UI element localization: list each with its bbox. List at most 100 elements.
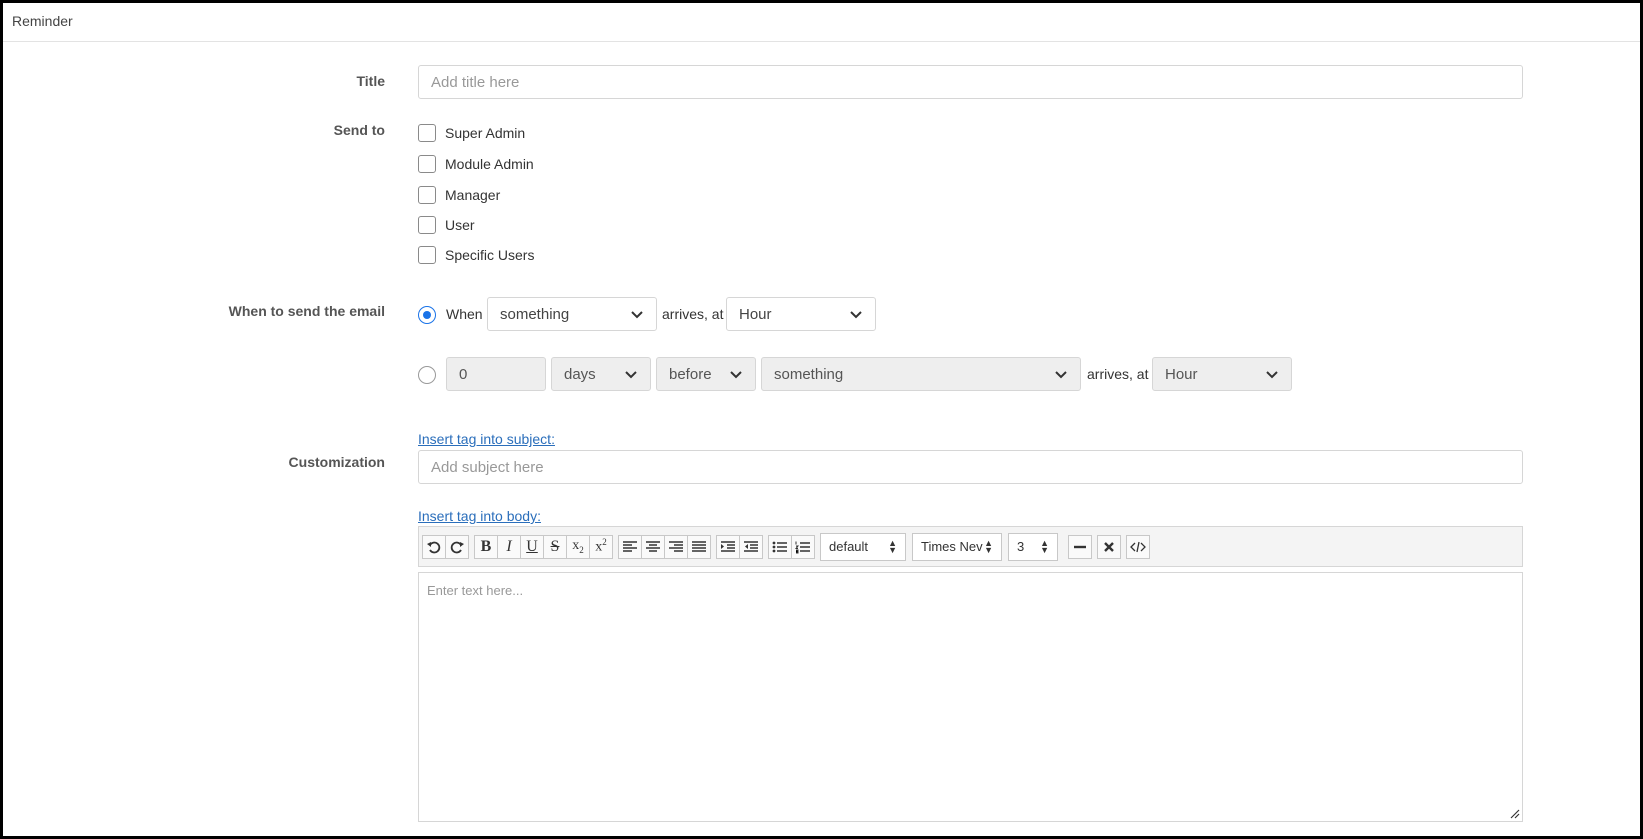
undo-icon	[427, 541, 441, 553]
checkbox-super-admin[interactable]: Super Admin	[418, 124, 525, 142]
superscript-icon: x2	[595, 537, 607, 555]
horizontal-rule-button[interactable]	[1068, 534, 1092, 559]
radio-when-arrives[interactable]	[418, 306, 436, 324]
body-editor-placeholder: Enter text here...	[427, 583, 524, 598]
resize-handle-icon[interactable]	[1508, 807, 1520, 819]
panel-header: Reminder	[3, 3, 1640, 42]
font-select[interactable]: Times Nev ▲ ▼	[912, 532, 1002, 561]
chevron-down-icon	[730, 371, 742, 379]
up-down-arrows-icon: ▲ ▼	[1040, 537, 1049, 555]
indent-icon	[721, 540, 735, 552]
body-editor[interactable]: Enter text here...	[418, 572, 1523, 822]
chevron-down-icon	[1055, 371, 1067, 379]
bold-icon: B	[480, 537, 492, 555]
checkbox-box[interactable]	[418, 216, 436, 234]
when-prefix-text: When	[446, 306, 483, 322]
editor-toolbar: B I U S x2 x2 default ▲ ▼ Times Nev ▲ ▼ …	[418, 526, 1523, 567]
numbered-list-button[interactable]	[791, 534, 815, 559]
event-select-1[interactable]: something	[487, 297, 657, 331]
chevron-down-icon	[850, 311, 862, 319]
size-select-value: 3	[1017, 539, 1025, 554]
checkbox-module-admin[interactable]: Module Admin	[418, 155, 534, 173]
title-input[interactable]	[418, 65, 1523, 99]
indent-button[interactable]	[716, 534, 740, 559]
checkbox-label: Specific Users	[445, 247, 535, 263]
undo-button[interactable]	[422, 534, 446, 559]
arrives-at-text-2: arrives, at	[1087, 366, 1149, 382]
checkbox-manager[interactable]: Manager	[418, 186, 500, 204]
bullet-list-icon	[772, 541, 787, 552]
checkbox-box[interactable]	[418, 155, 436, 173]
subscript-button[interactable]: x2	[566, 534, 590, 559]
italic-icon: I	[506, 537, 512, 555]
checkbox-box[interactable]	[418, 246, 436, 264]
amount-value: 0	[459, 365, 468, 383]
source-code-button[interactable]	[1126, 534, 1150, 559]
subscript-icon: x2	[572, 538, 584, 555]
event-select-1-value: something	[500, 305, 570, 323]
align-center-button[interactable]	[641, 534, 665, 559]
checkbox-label: Super Admin	[445, 125, 526, 141]
relation-select[interactable]: before	[656, 357, 756, 391]
title-label: Title	[356, 73, 385, 89]
radio-relative-time[interactable]	[418, 366, 436, 384]
amount-input[interactable]: 0	[446, 357, 546, 391]
panel-title: Reminder	[12, 13, 73, 29]
remove-format-button[interactable]	[1097, 534, 1121, 559]
up-down-arrows-icon: ▲ ▼	[984, 537, 993, 555]
when-label: When to send the email	[228, 303, 385, 319]
italic-button[interactable]: I	[497, 534, 521, 559]
relation-select-value: before	[669, 365, 712, 383]
align-justify-icon	[692, 540, 706, 552]
size-select[interactable]: 3 ▲ ▼	[1008, 532, 1058, 561]
redo-button[interactable]	[445, 534, 469, 559]
subject-input[interactable]	[418, 450, 1523, 484]
remove-format-icon	[1104, 541, 1114, 552]
align-center-icon	[646, 540, 660, 552]
redo-icon	[450, 541, 464, 553]
up-down-arrows-icon: ▲ ▼	[888, 537, 897, 555]
reminder-panel: Reminder Title Send to Super Admin Modul…	[0, 0, 1643, 839]
chevron-down-icon	[631, 311, 643, 319]
horizontal-rule-icon	[1074, 545, 1086, 548]
hour-select-1[interactable]: Hour	[726, 297, 876, 331]
superscript-button[interactable]: x2	[589, 534, 613, 559]
outdent-button[interactable]	[739, 534, 763, 559]
align-left-icon	[623, 540, 637, 552]
bullet-list-button[interactable]	[768, 534, 792, 559]
hour-select-2[interactable]: Hour	[1152, 357, 1292, 391]
unit-select[interactable]: days	[551, 357, 651, 391]
font-select-value: Times Nev	[921, 539, 983, 554]
align-right-icon	[669, 540, 683, 552]
checkbox-label: User	[445, 217, 475, 233]
send-to-label: Send to	[333, 122, 385, 138]
hour-select-2-value: Hour	[1165, 365, 1198, 383]
checkbox-specific-users[interactable]: Specific Users	[418, 246, 534, 264]
code-icon	[1130, 541, 1146, 552]
checkbox-label: Module Admin	[445, 156, 534, 172]
bold-button[interactable]: B	[474, 534, 498, 559]
align-right-button[interactable]	[664, 534, 688, 559]
outdent-icon	[744, 540, 758, 552]
checkbox-user[interactable]: User	[418, 216, 475, 234]
numbered-list-icon	[795, 541, 810, 553]
insert-tag-body-link[interactable]: Insert tag into body:	[418, 508, 541, 524]
align-justify-button[interactable]	[687, 534, 711, 559]
underline-button[interactable]: U	[520, 534, 544, 559]
hour-select-1-value: Hour	[739, 305, 772, 323]
checkbox-box[interactable]	[418, 124, 436, 142]
event-select-2-value: something	[774, 365, 844, 383]
checkbox-label: Manager	[445, 187, 501, 203]
underline-icon: U	[526, 537, 538, 555]
checkbox-box[interactable]	[418, 186, 436, 204]
customization-label: Customization	[288, 454, 385, 470]
align-left-button[interactable]	[618, 534, 642, 559]
chevron-down-icon	[1266, 371, 1278, 379]
event-select-2[interactable]: something	[761, 357, 1081, 391]
strikethrough-icon: S	[550, 537, 560, 555]
style-select[interactable]: default ▲ ▼	[820, 532, 906, 561]
insert-tag-subject-link[interactable]: Insert tag into subject:	[418, 431, 555, 447]
chevron-down-icon	[625, 371, 637, 379]
strikethrough-button[interactable]: S	[543, 534, 567, 559]
style-select-value: default	[829, 539, 869, 554]
